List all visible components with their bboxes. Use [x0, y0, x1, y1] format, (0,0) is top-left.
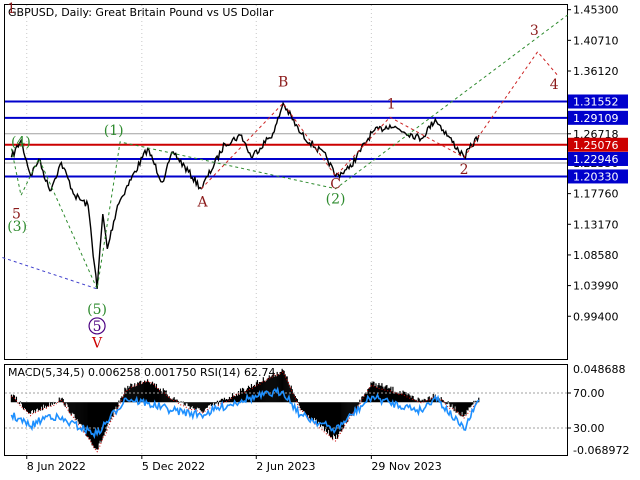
macd-histogram [10, 368, 480, 453]
time-tick-label: 2 Jun 2023 [256, 460, 315, 473]
wave-label: C [330, 177, 341, 193]
wave-label: (1) [104, 123, 124, 139]
price-tick-label: 1.36120 [573, 65, 619, 78]
wave-label: B [278, 74, 288, 90]
rsi-30-label: 30.00 [573, 422, 605, 435]
blue-wave-projection [2, 257, 98, 290]
price-tick-label: 1.40710 [573, 34, 619, 47]
oscillator-axis: 0.048688 -0.068972 70.00 30.00 [567, 363, 629, 457]
main-chart-title: GBPUSD, Daily: Great Britain Pound vs US… [8, 6, 274, 19]
level-price-label: 1.20330 [573, 170, 619, 183]
chart-gridlines [26, 5, 372, 455]
wave-label: 1 [7, 1, 16, 17]
macd-axis-min-label: -0.068972 [573, 444, 629, 457]
level-price-label: 1.22946 [573, 153, 619, 166]
wave-label: (4) [11, 135, 31, 151]
time-tick-label: 8 Jun 2022 [27, 460, 86, 473]
price-tick-label: 1.03990 [573, 280, 619, 293]
wave-label: 5 [93, 319, 102, 335]
wave-label: (5) [87, 302, 107, 318]
wave-label: 4 [550, 77, 559, 93]
price-tick-label: 1.17760 [573, 188, 619, 201]
macd-axis-max-label: 0.048688 [573, 363, 626, 376]
red-wave-projection [200, 50, 558, 190]
gbpusd-chart: GBPUSD, Daily: Great Britain Pound vs US… [2, 1, 629, 473]
rsi-70-label: 70.00 [573, 387, 605, 400]
level-price-label: 1.25076 [573, 139, 619, 152]
wave-label: 2 [460, 162, 469, 178]
horizontal-levels: 1.31552 1.29109 1.250761.22946 1.20330 [5, 94, 628, 184]
wave-label: (2) [326, 191, 346, 207]
price-tick-label: 1.13170 [573, 218, 619, 231]
level-price-label: 1.29109 [573, 112, 619, 125]
price-line [10, 101, 480, 289]
time-tick-label: 5 Dec 2022 [142, 460, 205, 473]
price-tick-label: 0.99400 [573, 310, 619, 323]
level-price-label: 1.31552 [573, 96, 619, 109]
wave-label: 1 [387, 97, 396, 113]
wave-label: (3) [7, 219, 27, 235]
time-axis: 8 Jun 2022 5 Dec 2022 2 Jun 2023 29 Nov 202… [26, 455, 442, 473]
wave-label: 3 [530, 23, 539, 39]
green-wave-projection [10, 14, 568, 291]
wave-label: V [91, 336, 103, 352]
price-tick-label: 1.08580 [573, 249, 619, 262]
wave-projections [2, 14, 568, 291]
time-tick-label: 29 Nov 2023 [371, 460, 441, 473]
price-series [10, 101, 480, 289]
price-tick-label: 1.45300 [573, 4, 619, 17]
wave-label: A [197, 195, 209, 211]
